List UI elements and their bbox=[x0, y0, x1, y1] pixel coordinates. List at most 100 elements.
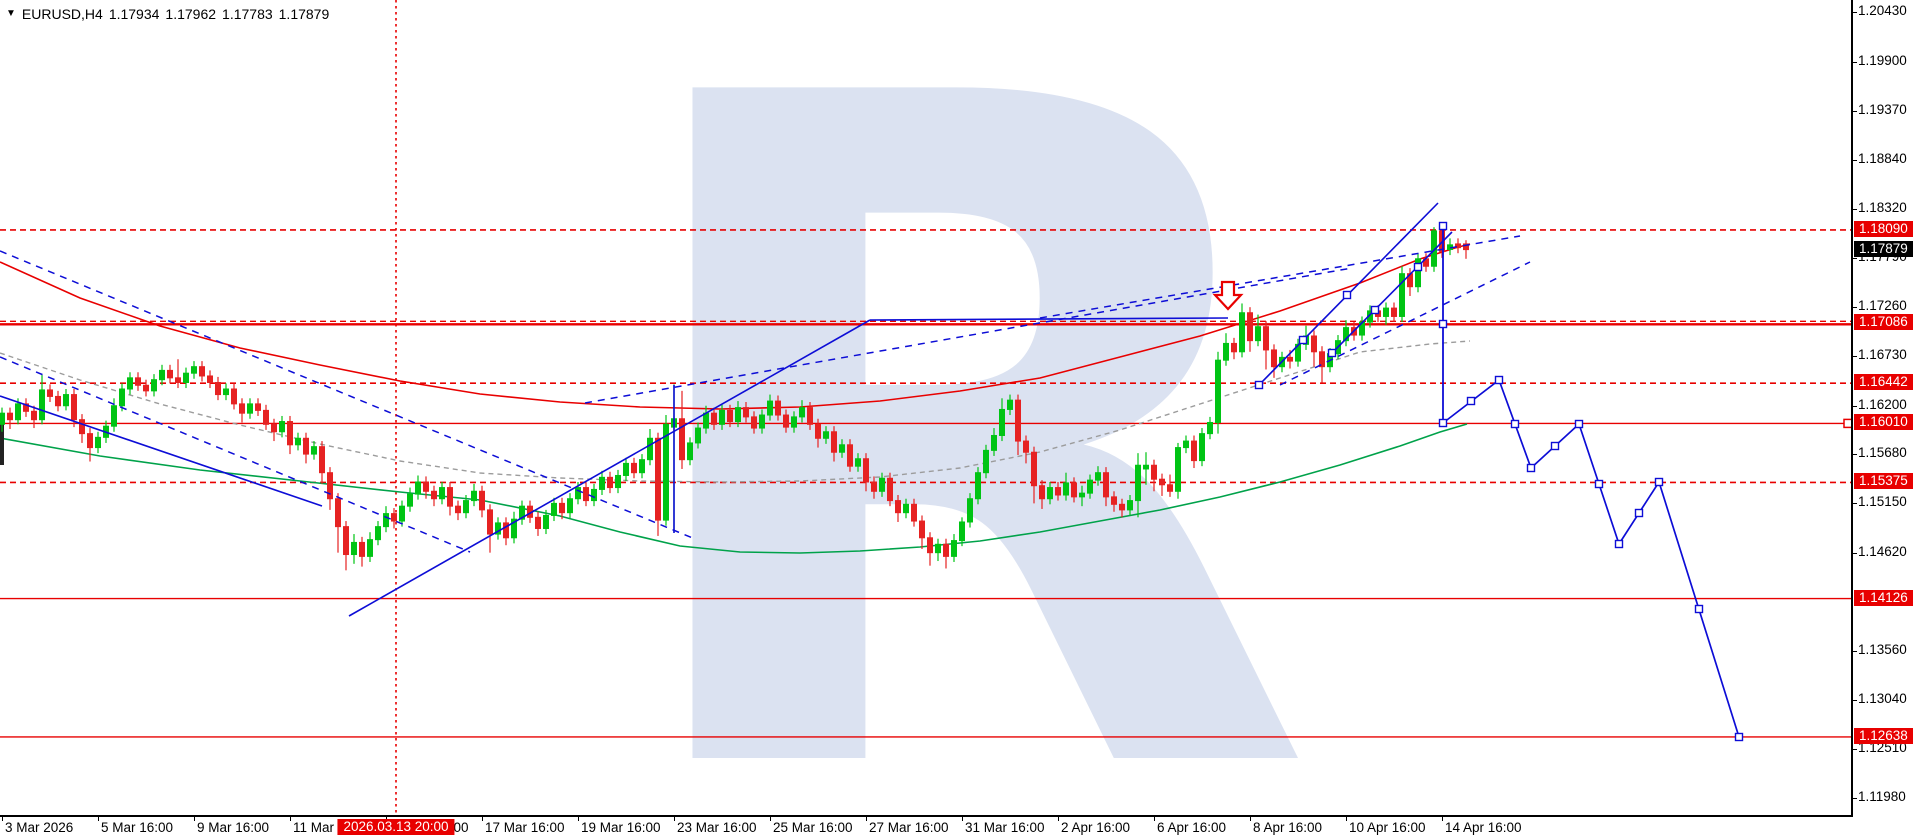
candle-down bbox=[328, 473, 333, 499]
time-tick-label: 9 Mar 16:00 bbox=[197, 820, 269, 835]
object-handle[interactable] bbox=[1496, 377, 1503, 384]
candle-up bbox=[416, 482, 421, 494]
candle-down bbox=[728, 410, 733, 421]
object-handle[interactable] bbox=[1512, 421, 1519, 428]
candle-down bbox=[560, 503, 565, 512]
candle-down bbox=[816, 424, 821, 438]
time-tick-label: 10 Apr 16:00 bbox=[1349, 820, 1426, 835]
candle-down bbox=[256, 404, 261, 411]
dashed-channel-line-1 bbox=[0, 251, 695, 539]
candle-up bbox=[600, 477, 605, 489]
candle-up bbox=[1184, 441, 1189, 448]
candle-up bbox=[688, 443, 693, 460]
candle-up bbox=[960, 522, 965, 541]
time-axis-tick bbox=[962, 817, 963, 821]
object-handle[interactable] bbox=[1329, 350, 1336, 357]
object-handle[interactable] bbox=[1440, 321, 1447, 328]
candle-down bbox=[888, 478, 893, 500]
time-axis-tick bbox=[1346, 817, 1347, 821]
price-tick-label: 1.18840 bbox=[1858, 151, 1907, 166]
object-handle[interactable] bbox=[1300, 337, 1307, 344]
price-tick-label: 1.13040 bbox=[1858, 691, 1907, 706]
candle-down bbox=[1016, 400, 1021, 441]
object-handle[interactable] bbox=[1440, 223, 1447, 230]
candle-down bbox=[48, 390, 53, 397]
candle-down bbox=[848, 445, 853, 466]
object-handle[interactable] bbox=[1696, 606, 1703, 613]
object-handle[interactable] bbox=[1256, 382, 1263, 389]
candle-down bbox=[1264, 327, 1269, 350]
object-handle[interactable] bbox=[1344, 292, 1351, 299]
ohlc-open: 1.17934 bbox=[109, 6, 160, 22]
candle-up bbox=[936, 544, 941, 552]
candle-down bbox=[872, 482, 877, 491]
candle-up bbox=[648, 438, 653, 459]
time-axis-tick bbox=[1442, 817, 1443, 821]
candle-up bbox=[640, 460, 645, 473]
candle-up bbox=[544, 515, 549, 528]
object-handle[interactable] bbox=[1528, 465, 1535, 472]
object-handle[interactable] bbox=[1616, 541, 1623, 548]
candle-down bbox=[1192, 441, 1197, 461]
candle-down bbox=[288, 422, 293, 445]
time-tick-label: 5 Mar 16:00 bbox=[101, 820, 173, 835]
time-tick-label: 8 Apr 16:00 bbox=[1253, 820, 1322, 835]
candle-down bbox=[1120, 504, 1125, 510]
candle-down bbox=[1112, 497, 1117, 504]
object-handle[interactable] bbox=[1596, 481, 1603, 488]
candle-down bbox=[56, 396, 61, 405]
price-tick-label: 1.19900 bbox=[1858, 53, 1907, 68]
candle-down bbox=[1024, 441, 1029, 452]
candle-up bbox=[1136, 465, 1141, 500]
candle-down bbox=[1248, 313, 1253, 341]
forecast-zigzag[interactable] bbox=[1443, 380, 1739, 737]
time-axis-tick bbox=[674, 817, 675, 821]
object-handle[interactable] bbox=[1440, 420, 1447, 427]
candle-up bbox=[368, 540, 373, 557]
object-handle[interactable] bbox=[1636, 510, 1643, 517]
candle-up bbox=[64, 395, 69, 406]
candle-down bbox=[320, 447, 325, 473]
object-handle[interactable] bbox=[1552, 443, 1559, 450]
time-tick-label: 14 Apr 16:00 bbox=[1445, 820, 1522, 835]
price-tick-label: 1.16730 bbox=[1858, 347, 1907, 362]
candle-up bbox=[0, 413, 5, 424]
time-tick-label: 31 Mar 16:00 bbox=[965, 820, 1045, 835]
time-axis-tick bbox=[578, 817, 579, 821]
candle-down bbox=[944, 544, 949, 556]
object-handle[interactable] bbox=[1468, 398, 1475, 405]
candle-up bbox=[592, 489, 597, 500]
price-tick-label: 1.14620 bbox=[1858, 544, 1907, 559]
forecast-layer bbox=[1443, 380, 1739, 737]
time-tick-label: 3 Mar 2026 bbox=[5, 820, 73, 835]
candle-down bbox=[1232, 343, 1237, 351]
price-chart-plot[interactable]: R bbox=[0, 0, 1853, 817]
candle-down bbox=[32, 411, 37, 419]
price-tick-label: 1.18320 bbox=[1858, 200, 1907, 215]
object-handle[interactable] bbox=[1576, 421, 1583, 428]
object-handle[interactable] bbox=[1736, 734, 1743, 741]
time-tick-label: 25 Mar 16:00 bbox=[773, 820, 853, 835]
candle-up bbox=[440, 488, 445, 499]
candle-up bbox=[568, 499, 573, 513]
plot-right-border bbox=[1851, 0, 1853, 817]
candle-up bbox=[400, 506, 405, 521]
price-level-label: 1.15375 bbox=[1854, 473, 1913, 489]
object-handle[interactable] bbox=[1372, 307, 1379, 314]
candle-up bbox=[992, 435, 997, 450]
candle-down bbox=[920, 521, 925, 538]
object-handle[interactable] bbox=[1415, 264, 1422, 271]
candle-up bbox=[16, 404, 21, 420]
price-level-label: 1.12638 bbox=[1854, 728, 1913, 744]
price-level-label: 1.16010 bbox=[1854, 414, 1913, 430]
candle-down bbox=[912, 504, 917, 521]
candle-down bbox=[864, 459, 869, 482]
candle-up bbox=[624, 463, 629, 475]
descending-trendline bbox=[0, 396, 322, 506]
candle-up bbox=[184, 373, 189, 382]
symbol-dropdown-icon[interactable]: ▼ bbox=[6, 7, 16, 21]
candle-down bbox=[1040, 486, 1045, 499]
candle-down bbox=[928, 538, 933, 553]
object-handle[interactable] bbox=[1656, 479, 1663, 486]
ohlc-close: 1.17879 bbox=[279, 6, 330, 22]
